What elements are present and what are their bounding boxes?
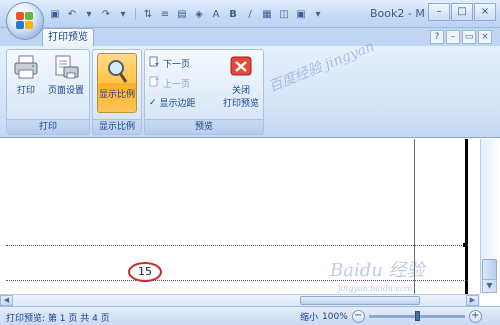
zoom-label-status: 缩小 [300,313,319,323]
scroll-left-button[interactable]: ◀ [0,295,13,306]
window-controls: – □ × [428,3,496,21]
prev-page-label: 上一页 [163,79,191,90]
margin-line-top[interactable] [6,245,468,246]
dropdown-icon[interactable]: ▾ [82,7,96,21]
quick-access-toolbar: ▣ ↶ ▾ ↷ ▾ ⇅ ≡ ▤ ◈ A B ∕ ▦ ◫ ▣ ▾ [48,6,325,22]
save-icon[interactable]: ▣ [48,7,62,21]
separator [135,8,136,20]
close-window-button[interactable]: × [474,3,496,21]
close-doc-icon[interactable]: × [478,30,492,44]
undo-icon[interactable]: ↶ [65,7,79,21]
zoom-out-button[interactable]: − [351,310,365,323]
page-number-marked: 15 [128,262,162,282]
group-print-label: 打印 [7,119,89,134]
zoom-in-button[interactable]: + [468,310,482,323]
dropdown-icon[interactable]: ▾ [116,7,130,21]
status-text: 打印预览: 第 1 页 共 4 页 [6,314,110,324]
dropdown-icon[interactable]: ▾ [311,7,325,21]
redo-icon[interactable]: ↷ [99,7,113,21]
zoom-control: 缩小 100% − + [300,310,482,323]
group-zoom-label: 显示比例 [93,119,141,134]
window-title: Book2 - M [370,7,425,20]
group-preview: 下一页 上一页 ✓ 显示边距 关闭 打印预览 预览 [144,49,264,135]
zoom-slider-knob[interactable] [414,311,420,321]
close-preview-label-2: 打印预览 [222,99,259,109]
show-margins-checkbox[interactable]: ✓ 显示边距 [149,96,196,110]
horizontal-scrollbar[interactable]: ◀ ▶ [0,294,480,306]
format-icon[interactable]: ▤ [175,7,189,21]
print-button[interactable]: 打印 [11,53,41,96]
page-setup-label: 页面设置 [47,86,84,96]
link-icon[interactable]: ∕ [243,7,257,21]
scroll-down-button[interactable]: ▼ [482,279,497,293]
watermark-doc: Baidu 经验 [330,260,425,281]
help-controls: ? – ▭ × [430,30,492,44]
ribbon: 打印 页面设置 打印 显示比例 显示比例 下一页 上一页 ✓ 显示边距 关闭 打… [0,38,500,138]
next-page-label: 下一页 [163,59,191,70]
zoom-label: 显示比例 [98,90,135,100]
picture-icon[interactable]: ▣ [294,7,308,21]
minimize-doc-icon[interactable]: – [446,30,460,44]
scroll-right-button[interactable]: ▶ [466,295,479,306]
group-print: 打印 页面设置 打印 [6,49,90,135]
vertical-scroll-thumb[interactable] [482,259,497,281]
maximize-button[interactable]: □ [451,3,473,21]
help-icon[interactable]: ? [430,30,444,44]
close-preview-button[interactable]: 关闭 打印预览 [219,53,263,109]
close-red-icon [227,53,255,81]
restore-doc-icon[interactable]: ▭ [462,30,476,44]
status-bar: 打印预览: 第 1 页 共 4 页 缩小 100% − + [0,306,500,325]
zoom-slider[interactable] [368,311,465,321]
prev-page-button[interactable]: 上一页 [149,76,190,90]
next-page-button[interactable]: 下一页 [149,56,190,70]
prev-page-icon [149,76,160,90]
magnifier-icon [103,57,131,85]
ribbon-tabs: 打印预览 ? – ▭ × [0,28,500,47]
next-page-icon [149,56,160,70]
bold-icon[interactable]: B [226,7,240,21]
tab-print-preview[interactable]: 打印预览 [42,28,94,47]
fill-color-icon[interactable]: ◈ [192,7,206,21]
margin-handle[interactable] [463,243,467,247]
zoom-button[interactable]: 显示比例 [97,53,137,113]
group-preview-label: 预览 [145,119,263,134]
page-setup-icon [52,53,80,81]
table-icon[interactable]: ◫ [277,7,291,21]
chart-icon[interactable]: ▦ [260,7,274,21]
watermark-doc-url: jingyan.baidu.com [338,284,413,293]
printer-icon [12,53,40,81]
zoom-percent[interactable]: 100% [322,312,348,322]
horizontal-scroll-thumb[interactable] [300,296,420,305]
sort-icon[interactable]: ⇅ [141,7,155,21]
minimize-button[interactable]: – [428,3,450,21]
page-setup-button[interactable]: 页面设置 [45,53,87,96]
close-preview-label-1: 关闭 [231,86,250,96]
show-margins-label: 显示边距 [159,99,196,109]
office-logo-icon [16,12,34,30]
title-bar: ▣ ↶ ▾ ↷ ▾ ⇅ ≡ ▤ ◈ A B ∕ ▦ ◫ ▣ ▾ Book2 - … [0,0,500,28]
group-zoom: 显示比例 显示比例 [92,49,142,135]
font-color-icon[interactable]: A [209,7,223,21]
print-label: 打印 [16,86,35,96]
checkbox-checked-icon: ✓ [149,97,157,108]
vertical-scrollbar[interactable]: ▼ [480,139,497,294]
align-icon[interactable]: ≡ [158,7,172,21]
office-button[interactable] [6,2,44,40]
